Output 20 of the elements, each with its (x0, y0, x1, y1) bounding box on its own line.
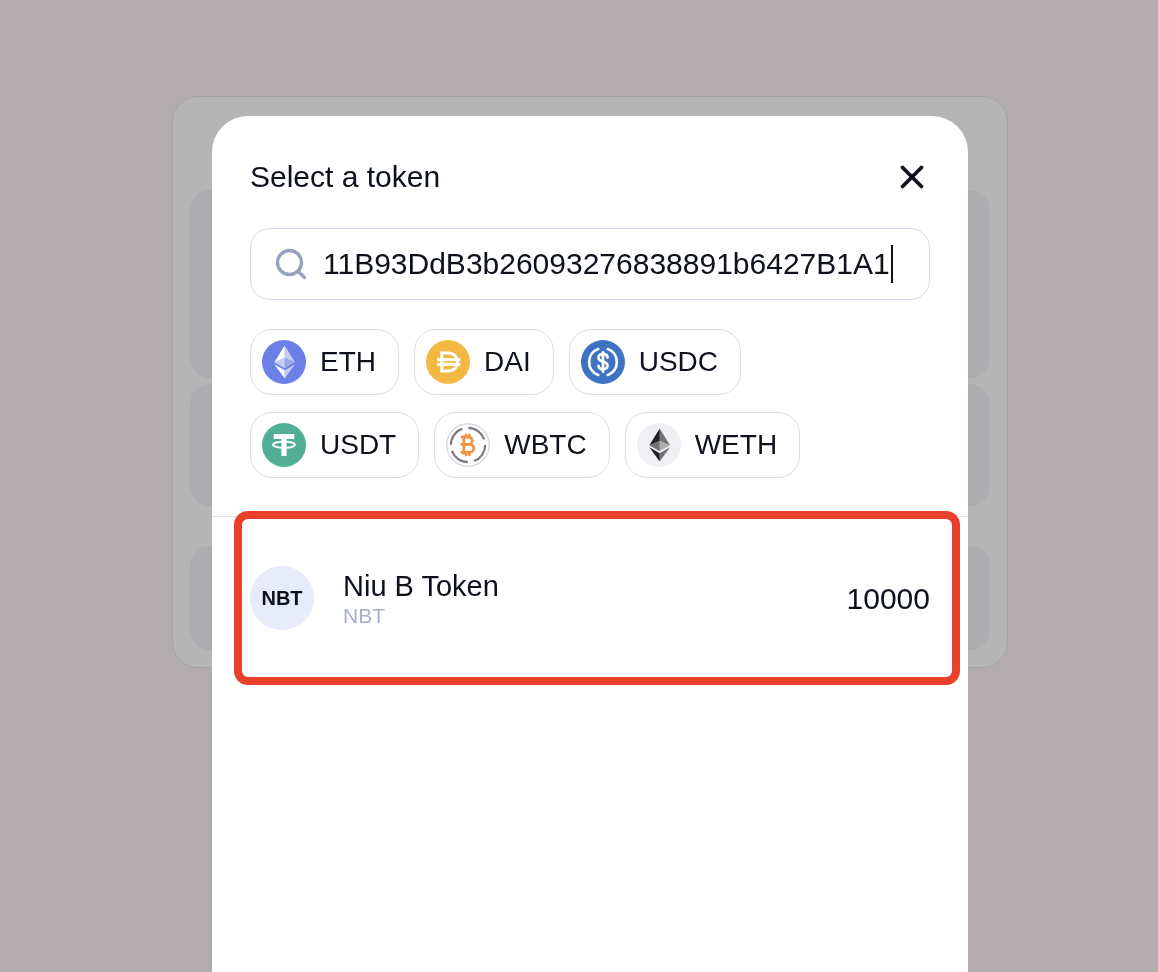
search-field[interactable]: 11B93DdB3b26093276838891b6427B1A1 (250, 228, 930, 300)
bitcoin-icon (446, 423, 491, 467)
ethereum-icon (636, 423, 681, 467)
token-chip[interactable]: USDC (568, 329, 742, 395)
tether-icon (262, 423, 306, 467)
usdc-icon (580, 340, 625, 384)
token-chip[interactable]: ETH (250, 329, 399, 395)
token-list-item[interactable]: NBT Niu B Token NBT 10000 (242, 519, 952, 677)
token-name: Niu B Token (343, 568, 499, 603)
token-chip[interactable]: DAI (414, 329, 554, 395)
ethereum-icon (262, 340, 306, 384)
token-balance: 10000 (846, 580, 930, 617)
search-icon (273, 246, 309, 282)
dai-icon (426, 340, 470, 384)
token-chip[interactable]: WBTC (434, 412, 610, 478)
dialog-title: Select a token (250, 159, 441, 195)
token-avatar: NBT (250, 566, 314, 630)
token-chip[interactable]: USDT (250, 412, 420, 478)
token-chip[interactable]: WETH (624, 412, 801, 478)
token-symbol: NBT (343, 602, 386, 628)
